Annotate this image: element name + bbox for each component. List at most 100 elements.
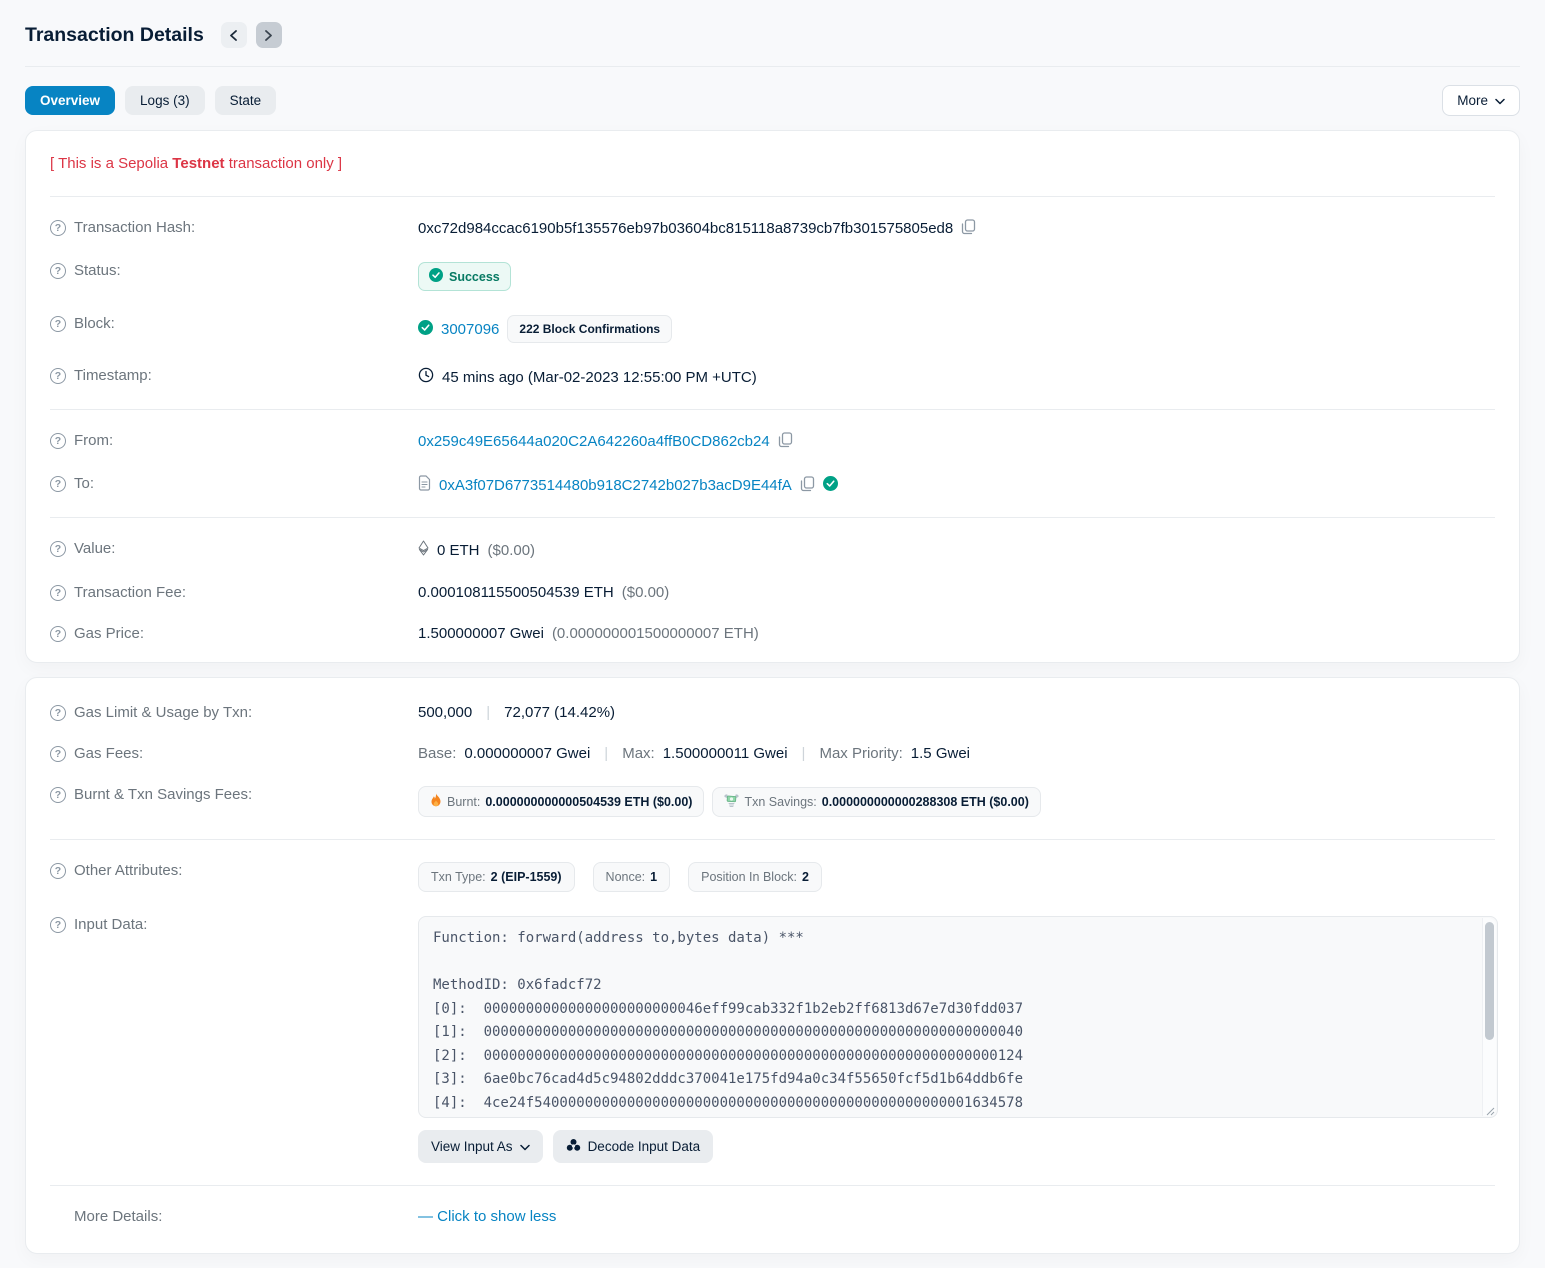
tab-bar: Overview Logs (3) State xyxy=(25,86,276,115)
clock-icon xyxy=(418,367,434,387)
from-row: ? From: 0x259c49E65644a020C2A642260a4ffB… xyxy=(50,420,1495,463)
value-row: ? Value: 0 ETH ($0.00) xyxy=(50,528,1495,572)
copy-icon xyxy=(961,219,976,238)
txn-type-value: 2 (EIP-1559) xyxy=(491,870,562,884)
help-icon[interactable]: ? xyxy=(50,585,66,601)
from-label: From: xyxy=(74,432,113,449)
chevron-left-icon xyxy=(229,30,238,41)
tab-state[interactable]: State xyxy=(215,86,277,115)
view-input-as-button[interactable]: View Input As xyxy=(418,1130,543,1163)
show-less-link[interactable]: — Click to show less xyxy=(418,1208,556,1225)
input-data-line: Function: forward(address to,bytes data)… xyxy=(433,927,1471,951)
resize-handle[interactable] xyxy=(1484,1104,1495,1115)
notice-suffix: transaction only ] xyxy=(225,155,343,172)
help-icon[interactable]: ? xyxy=(50,368,66,384)
input-data-line xyxy=(433,951,1471,975)
help-icon[interactable]: ? xyxy=(50,433,66,449)
transaction-fee-usd: ($0.00) xyxy=(622,584,670,601)
gas-price-alt: (0.000000001500000007 ETH) xyxy=(552,625,759,642)
previous-transaction-button[interactable] xyxy=(221,22,247,48)
timestamp-row: ? Timestamp: 45 mins ago (Mar-02-2023 12… xyxy=(50,355,1495,399)
help-icon[interactable]: ? xyxy=(50,476,66,492)
help-icon[interactable]: ? xyxy=(50,626,66,642)
help-icon[interactable]: ? xyxy=(50,316,66,332)
decode-input-data-label: Decode Input Data xyxy=(588,1139,701,1154)
max-fee-value: 1.500000011 Gwei xyxy=(663,745,788,762)
transaction-hash-row: ? Transaction Hash: 0xc72d984ccac6190b5f… xyxy=(50,207,1495,250)
gas-usage-value: 72,077 (14.42%) xyxy=(504,704,615,721)
help-icon[interactable]: ? xyxy=(50,746,66,762)
help-icon[interactable]: ? xyxy=(50,917,66,933)
divider xyxy=(50,196,1495,197)
copy-to-address-button[interactable] xyxy=(800,476,815,495)
help-icon[interactable]: ? xyxy=(50,787,66,803)
next-transaction-button[interactable] xyxy=(256,22,282,48)
help-icon[interactable]: ? xyxy=(50,541,66,557)
copy-hash-button[interactable] xyxy=(961,219,976,238)
position-in-block-value: 2 xyxy=(802,870,809,884)
input-data-line: [5]: 543e0000000000000000000000000000000… xyxy=(433,1115,1471,1118)
to-address-link[interactable]: 0xA3f07D6773514480b918C2742b027b3acD9E44… xyxy=(439,477,792,494)
transaction-hash-value: 0xc72d984ccac6190b5f135576eb97b03604bc81… xyxy=(418,220,953,237)
help-icon[interactable]: ? xyxy=(50,863,66,879)
copy-from-address-button[interactable] xyxy=(778,432,793,451)
chevron-right-icon xyxy=(264,30,273,41)
fire-icon xyxy=(430,793,442,810)
tab-logs[interactable]: Logs (3) xyxy=(125,86,205,115)
input-data-line: [0]: 00000000000000000000000046eff99cab3… xyxy=(433,998,1471,1022)
status-badge: Success xyxy=(418,262,511,291)
input-data-box[interactable]: Function: forward(address to,bytes data)… xyxy=(418,916,1498,1118)
help-icon[interactable]: ? xyxy=(50,705,66,721)
more-details-row: More Details: — Click to show less xyxy=(50,1196,1495,1245)
check-circle-icon xyxy=(429,268,443,285)
txn-savings-label: Txn Savings: xyxy=(744,795,816,809)
gas-price-amount: 1.500000007 Gwei xyxy=(418,625,544,642)
txn-savings-value: 0.000000000000288308 ETH ($0.00) xyxy=(822,795,1029,809)
txn-savings-badge: Txn Savings: 0.000000000000288308 ETH ($… xyxy=(712,787,1040,817)
base-fee-value: 0.000000007 Gwei xyxy=(464,745,590,762)
divider xyxy=(50,1185,1495,1186)
txn-type-pill: Txn Type: 2 (EIP-1559) xyxy=(418,862,575,892)
to-label: To: xyxy=(74,475,94,492)
help-icon[interactable]: ? xyxy=(50,263,66,279)
divider xyxy=(50,839,1495,840)
nonce-value: 1 xyxy=(650,870,657,884)
decode-input-data-button[interactable]: Decode Input Data xyxy=(553,1130,714,1163)
input-data-row: ? Input Data: Function: forward(address … xyxy=(50,904,1495,1175)
more-details-label: More Details: xyxy=(74,1208,162,1225)
divider xyxy=(50,517,1495,518)
burnt-fees-row: ? Burnt & Txn Savings Fees: Burnt: 0.000… xyxy=(50,774,1495,829)
page-title: Transaction Details xyxy=(25,24,204,47)
status-label: Status: xyxy=(74,262,121,279)
transaction-hash-label: Transaction Hash: xyxy=(74,219,195,236)
ethereum-icon xyxy=(418,540,429,560)
status-badge-label: Success xyxy=(449,270,500,284)
timestamp-label: Timestamp: xyxy=(74,367,152,384)
block-row: ? Block: 3007096 222 Block Confirmations xyxy=(50,303,1495,355)
input-scrollbar-thumb[interactable] xyxy=(1485,922,1494,1040)
input-scrollbar-track[interactable] xyxy=(1482,918,1496,1116)
input-data-line: [3]: 6ae0bc76cad4d5c94802dddc370041e175f… xyxy=(433,1068,1471,1092)
more-label: More xyxy=(1457,93,1488,108)
details-card: ? Gas Limit & Usage by Txn: 500,000 | 72… xyxy=(25,677,1520,1254)
more-dropdown-button[interactable]: More xyxy=(1442,85,1520,116)
block-number-link[interactable]: 3007096 xyxy=(441,321,499,338)
value-label: Value: xyxy=(74,540,115,557)
tab-overview[interactable]: Overview xyxy=(25,86,115,115)
nonce-pill: Nonce: 1 xyxy=(593,862,671,892)
separator: | xyxy=(802,745,806,762)
block-check-icon xyxy=(418,320,433,339)
from-address-link[interactable]: 0x259c49E65644a020C2A642260a4ffB0CD862cb… xyxy=(418,433,770,450)
gas-price-row: ? Gas Price: 1.500000007 Gwei (0.0000000… xyxy=(50,613,1495,654)
page-header: Transaction Details xyxy=(25,0,1520,67)
decode-icon xyxy=(566,1138,581,1155)
copy-icon xyxy=(800,476,815,495)
help-icon[interactable]: ? xyxy=(50,220,66,236)
nonce-label: Nonce: xyxy=(606,870,646,884)
gas-limit-label: Gas Limit & Usage by Txn: xyxy=(74,704,252,721)
position-in-block-pill: Position In Block: 2 xyxy=(688,862,822,892)
burnt-fees-label: Burnt & Txn Savings Fees: xyxy=(74,786,252,803)
verified-check-icon xyxy=(823,476,838,495)
contract-file-icon xyxy=(418,475,431,495)
to-row: ? To: 0xA3f07D6773514480b918C2742b027b3a… xyxy=(50,463,1495,507)
